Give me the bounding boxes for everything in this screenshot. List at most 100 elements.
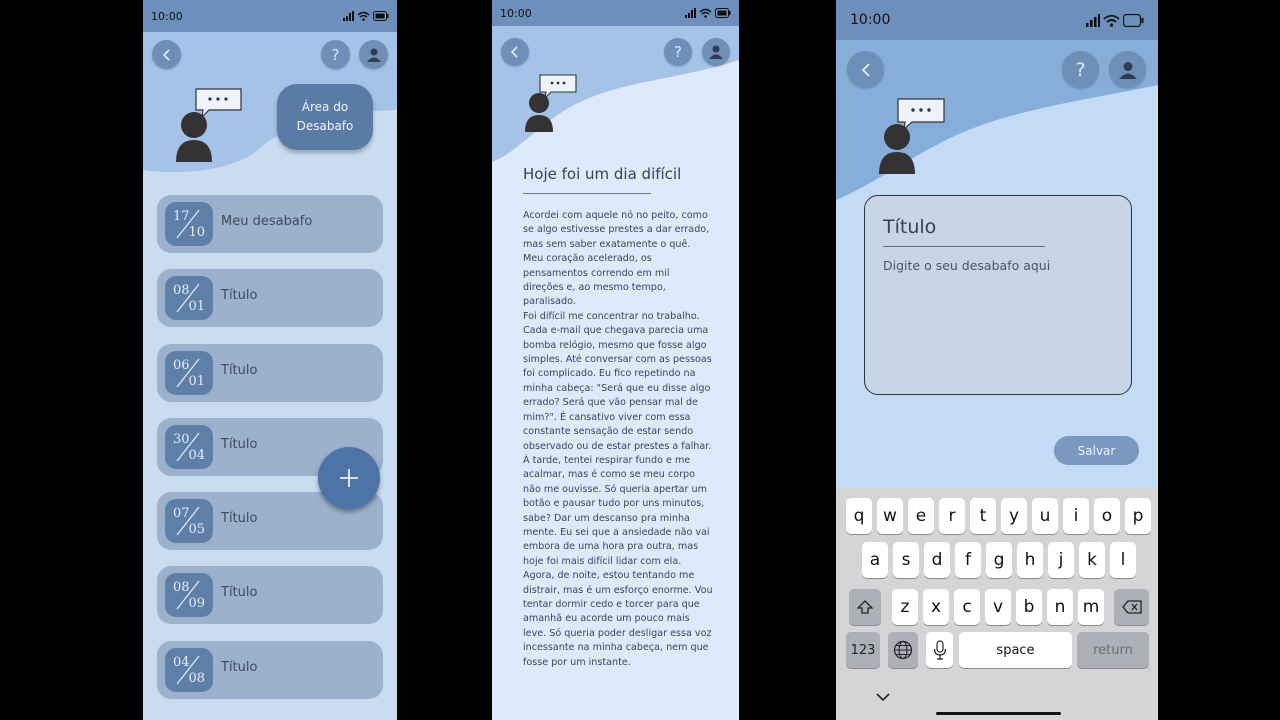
key-y[interactable]: y bbox=[1001, 498, 1027, 534]
globe-icon bbox=[893, 640, 913, 660]
key-c[interactable]: c bbox=[954, 589, 980, 625]
entry-item[interactable]: 06 01 Título bbox=[157, 344, 383, 402]
title-underline bbox=[883, 246, 1045, 247]
date-month: 01 bbox=[188, 374, 205, 389]
save-button[interactable]: Salvar bbox=[1054, 436, 1139, 465]
signal-icon bbox=[1086, 13, 1100, 27]
key-o[interactable]: o bbox=[1094, 498, 1120, 534]
entry-title: Título bbox=[221, 585, 258, 600]
status-time: 10:00 bbox=[850, 12, 891, 28]
key-v[interactable]: v bbox=[985, 589, 1011, 625]
key-w[interactable]: w bbox=[877, 498, 903, 534]
date-month: 10 bbox=[188, 225, 205, 240]
help-button[interactable]: ? bbox=[664, 38, 692, 66]
status-bar: 10:00 bbox=[143, 0, 397, 32]
key-d[interactable]: d bbox=[924, 542, 950, 578]
entry-item[interactable]: 08 01 Título bbox=[157, 269, 383, 327]
entry-item[interactable]: 17 10 Meu desabafo bbox=[157, 195, 383, 253]
key-b[interactable]: b bbox=[1016, 589, 1042, 625]
user-icon bbox=[1118, 61, 1137, 79]
microphone-icon bbox=[933, 640, 946, 660]
key-k[interactable]: k bbox=[1079, 542, 1105, 578]
date-badge: 08 01 bbox=[165, 276, 213, 320]
globe-key[interactable] bbox=[888, 632, 918, 668]
question-mark-icon: ? bbox=[1075, 58, 1086, 81]
wifi-icon bbox=[1103, 14, 1120, 27]
chevron-left-icon bbox=[510, 46, 518, 58]
help-button[interactable]: ? bbox=[321, 40, 350, 69]
key-s[interactable]: s bbox=[893, 542, 919, 578]
key-n[interactable]: n bbox=[1047, 589, 1073, 625]
key-z[interactable]: z bbox=[892, 589, 918, 625]
date-badge: 08 09 bbox=[165, 573, 213, 617]
person-speech-icon bbox=[176, 88, 242, 162]
key-l[interactable]: l bbox=[1110, 542, 1136, 578]
backspace-key[interactable] bbox=[1114, 589, 1149, 625]
space-key[interactable]: space bbox=[959, 632, 1072, 668]
shift-key[interactable] bbox=[849, 589, 881, 625]
key-x[interactable]: x bbox=[923, 589, 949, 625]
journal-list-screen: 10:00 ? Área do Desabafo 17 10 Meu desabaf… bbox=[143, 0, 397, 720]
key-e[interactable]: e bbox=[908, 498, 934, 534]
dismiss-keyboard-icon[interactable] bbox=[876, 693, 890, 702]
user-icon bbox=[709, 45, 723, 59]
date-month: 08 bbox=[188, 671, 205, 686]
mic-key[interactable] bbox=[926, 632, 953, 668]
profile-button[interactable] bbox=[702, 38, 730, 66]
status-time: 10:00 bbox=[151, 9, 183, 23]
shift-arrow-icon bbox=[857, 600, 873, 614]
add-entry-button[interactable] bbox=[318, 447, 380, 509]
numbers-key[interactable]: 123 bbox=[846, 632, 880, 668]
wifi-icon bbox=[357, 11, 370, 21]
entry-editor-card[interactable]: Título Digite o seu desabafo aqui bbox=[864, 195, 1132, 395]
body-input[interactable]: Digite o seu desabafo aqui bbox=[883, 258, 1050, 273]
key-f[interactable]: f bbox=[955, 542, 981, 578]
key-j[interactable]: j bbox=[1048, 542, 1074, 578]
entry-item[interactable]: 08 09 Título bbox=[157, 566, 383, 624]
profile-button[interactable] bbox=[1109, 51, 1146, 88]
key-i[interactable]: i bbox=[1063, 498, 1089, 534]
status-icons bbox=[343, 11, 389, 21]
signal-icon bbox=[343, 11, 354, 21]
battery-icon bbox=[373, 11, 389, 21]
back-button[interactable] bbox=[152, 40, 181, 69]
key-u[interactable]: u bbox=[1032, 498, 1058, 534]
back-button[interactable] bbox=[847, 51, 884, 88]
user-icon bbox=[366, 48, 381, 62]
date-month: 05 bbox=[188, 522, 205, 537]
status-icons bbox=[1086, 13, 1144, 27]
entry-title: Título bbox=[221, 511, 258, 526]
help-button[interactable]: ? bbox=[1062, 51, 1099, 88]
back-button[interactable] bbox=[501, 38, 529, 66]
key-g[interactable]: g bbox=[986, 542, 1012, 578]
chevron-left-icon bbox=[162, 48, 170, 61]
key-r[interactable]: r bbox=[939, 498, 965, 534]
home-indicator bbox=[936, 712, 1061, 715]
date-badge: 30 04 bbox=[165, 425, 213, 469]
entry-title: Título bbox=[221, 437, 258, 452]
key-h[interactable]: h bbox=[1017, 542, 1043, 578]
return-key[interactable]: return bbox=[1077, 632, 1149, 668]
entry-title: Título bbox=[221, 660, 258, 675]
plus-icon bbox=[340, 469, 358, 487]
key-t[interactable]: t bbox=[970, 498, 996, 534]
date-badge: 06 01 bbox=[165, 351, 213, 395]
new-entry-screen: 10:00 ? Título Digite o seu desabafo aqu… bbox=[836, 0, 1158, 720]
key-m[interactable]: m bbox=[1078, 589, 1104, 625]
entry-title: Hoje foi um dia difícil bbox=[523, 165, 682, 183]
date-month: 04 bbox=[188, 448, 205, 463]
title-input[interactable]: Título bbox=[883, 216, 936, 238]
area-desabafo-button[interactable]: Área do Desabafo bbox=[277, 84, 373, 150]
key-p[interactable]: p bbox=[1125, 498, 1151, 534]
key-q[interactable]: q bbox=[846, 498, 872, 534]
keyboard: qwertyuiop asdfghjkl zxcvbnm 123 space r… bbox=[836, 487, 1158, 720]
profile-button[interactable] bbox=[359, 40, 388, 69]
date-badge: 04 08 bbox=[165, 648, 213, 692]
entry-item[interactable]: 04 08 Título bbox=[157, 641, 383, 699]
key-a[interactable]: a bbox=[862, 542, 888, 578]
entry-title: Título bbox=[221, 288, 258, 303]
date-badge: 17 10 bbox=[165, 202, 213, 246]
wifi-icon bbox=[699, 8, 712, 18]
date-month: 01 bbox=[188, 299, 205, 314]
status-icons bbox=[685, 8, 731, 18]
